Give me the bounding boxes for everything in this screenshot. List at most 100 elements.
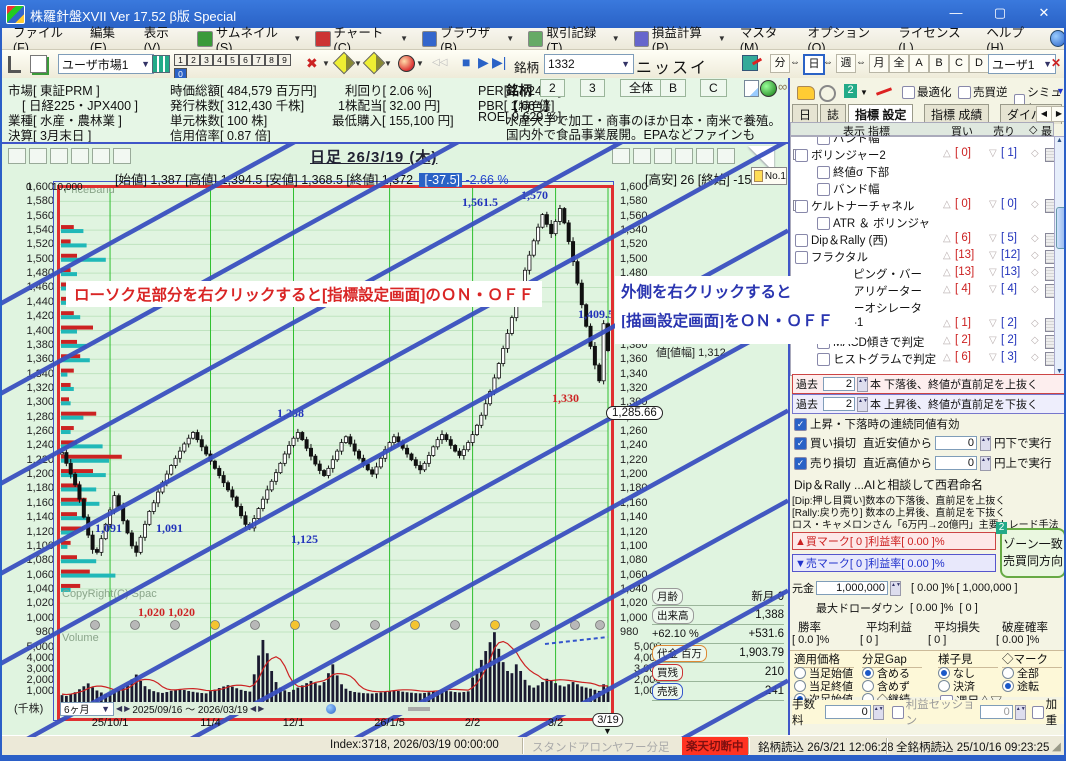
- spinner-icon[interactable]: ▲▼: [980, 456, 991, 471]
- indicator-row[interactable]: Dip＆Rally (西)△[ 6]▽[ 5]◇: [791, 231, 1055, 248]
- range-back-icon[interactable]: ◀: [116, 704, 122, 713]
- indicator-checkbox[interactable]: [817, 166, 830, 179]
- continuous-check[interactable]: ✓上昇・下落時の連続同値有効: [794, 416, 960, 432]
- indicator-row[interactable]: −ボリンジャー2△[ 0]▽[ 1]◇: [791, 146, 1055, 163]
- chevron-down-icon[interactable]: ▼: [354, 59, 362, 68]
- panel-tab-誌[interactable]: 誌: [820, 104, 846, 124]
- new-doc-icon[interactable]: [744, 80, 759, 97]
- range-period-select[interactable]: 6ヶ月▼: [60, 702, 114, 716]
- panel-tab-日[interactable]: 日: [792, 104, 818, 124]
- indicator-checkbox[interactable]: [817, 136, 830, 145]
- indicator-row[interactable]: フラクタル△[13]▽[12]◇: [791, 248, 1055, 265]
- panel-tab-指標 設定[interactable]: 指標 設定: [848, 104, 913, 124]
- period-button-B[interactable]: B: [929, 54, 949, 73]
- range-toolbar[interactable]: 6ヶ月▼◀▶2025/09/16 ～ 2026/03/19◀▶: [60, 702, 608, 715]
- session-input[interactable]: 0: [980, 705, 1013, 719]
- web-icon[interactable]: [760, 80, 777, 97]
- info-tab-C[interactable]: C: [700, 79, 727, 97]
- weight-check[interactable]: 加重: [1032, 696, 1066, 728]
- period-button-週[interactable]: 週: [836, 54, 856, 73]
- spinner-icon[interactable]: ▲▼: [873, 705, 884, 720]
- skip-icon[interactable]: ▶|: [492, 54, 506, 71]
- radio-決済[interactable]: 決済: [938, 678, 975, 694]
- period-button-C[interactable]: C: [949, 54, 969, 73]
- period-button-D[interactable]: D: [969, 54, 989, 73]
- info-tab-3[interactable]: 3: [580, 79, 605, 97]
- period-button-分[interactable]: 分: [770, 54, 790, 73]
- page-button-1[interactable]: 1: [174, 54, 187, 66]
- page-button-6[interactable]: 6: [239, 54, 252, 66]
- indicator-checkbox[interactable]: [795, 234, 808, 247]
- period-button-日[interactable]: 日: [803, 54, 825, 75]
- stock-code-input[interactable]: 1332▼: [544, 54, 634, 74]
- chevron-down-icon[interactable]: ▼: [860, 88, 868, 97]
- remove-symbol-icon[interactable]: ✕: [1051, 56, 1061, 70]
- fee-input[interactable]: 0: [825, 705, 871, 719]
- panel-tab-指標 成績[interactable]: 指標 成績: [924, 104, 989, 124]
- indicator-checkbox[interactable]: [795, 200, 808, 213]
- page-button-7[interactable]: 7: [252, 54, 265, 66]
- step2-icon[interactable]: 2: [844, 84, 857, 98]
- indicator-checkbox[interactable]: [817, 353, 830, 366]
- period-button-A[interactable]: A: [909, 54, 929, 73]
- radio-途転[interactable]: 途転: [1002, 678, 1039, 694]
- spinner-icon[interactable]: ▲▼: [857, 377, 868, 392]
- indicator-checkbox[interactable]: [817, 217, 830, 230]
- range-back2-icon[interactable]: ◀: [250, 704, 256, 713]
- spinner-icon[interactable]: ▲▼: [890, 581, 901, 596]
- indicator-row[interactable]: バンド幅: [791, 136, 1055, 146]
- profit-session-check[interactable]: 利益セッション: [892, 696, 978, 728]
- scroll-up-icon[interactable]: ▲: [1056, 137, 1063, 144]
- indicator-row[interactable]: ヒストグラムで判定△[ 6]▽[ 3]◇: [791, 350, 1055, 367]
- tab-scroll-left[interactable]: ◀: [1036, 106, 1052, 122]
- pin-icon[interactable]: [8, 56, 21, 73]
- period-button-全[interactable]: 全: [889, 54, 909, 73]
- page-button-8[interactable]: 8: [265, 54, 278, 66]
- rule-value-input[interactable]: 2: [823, 377, 855, 391]
- indicator-row[interactable]: 終値σ 下部: [791, 163, 1055, 180]
- info-tab-B[interactable]: B: [660, 79, 686, 97]
- range-fwd-icon[interactable]: ▶: [124, 704, 130, 713]
- chevron-down-icon[interactable]: ▼: [322, 59, 330, 68]
- target-icon[interactable]: [819, 85, 836, 102]
- layout-grid-icon[interactable]: [152, 55, 170, 73]
- stop-value-input[interactable]: 0: [935, 436, 977, 450]
- history-back-icon[interactable]: ◁◁: [432, 57, 447, 68]
- market-select[interactable]: ユーザ市場1▼: [58, 54, 154, 74]
- indicator-checkbox[interactable]: [817, 183, 830, 196]
- page-button-3[interactable]: 3: [200, 54, 213, 66]
- range-slider-mark[interactable]: [408, 707, 430, 711]
- stop-icon[interactable]: ■: [462, 54, 470, 70]
- range-slider-thumb[interactable]: [326, 704, 336, 714]
- rule-value-input[interactable]: 2: [823, 397, 855, 411]
- spinner-icon[interactable]: ▲▼: [980, 436, 991, 451]
- stop-value-input[interactable]: 0: [935, 456, 977, 470]
- indicator-row[interactable]: バンド幅: [791, 180, 1055, 197]
- info-tab-全体[interactable]: 全体: [620, 79, 662, 97]
- draw-pencil2-icon[interactable]: [363, 52, 386, 75]
- indicator-checkbox[interactable]: [795, 251, 808, 264]
- globe-tool-icon[interactable]: [398, 55, 415, 72]
- option-check-売買逆[interactable]: 売買逆: [958, 84, 1008, 100]
- chart-no1-badge[interactable]: No.1: [751, 167, 787, 185]
- info-tab-2[interactable]: 2: [540, 79, 565, 97]
- range-fwd2-icon[interactable]: ▶: [258, 704, 264, 713]
- binoculars-icon[interactable]: ∞: [778, 79, 787, 94]
- user-select[interactable]: ユーザ1▼: [988, 54, 1056, 74]
- page-button-2[interactable]: 2: [187, 54, 200, 66]
- period-button-月[interactable]: 月: [869, 54, 889, 73]
- marker-line-icon[interactable]: [876, 87, 892, 95]
- capital-input[interactable]: 1,000,000: [816, 581, 888, 595]
- draw-pencil-icon[interactable]: [333, 52, 356, 75]
- play-icon[interactable]: ▶: [478, 54, 489, 71]
- delete-marks-icon[interactable]: ✖: [306, 55, 318, 72]
- page-button-4[interactable]: 4: [213, 54, 226, 66]
- page-button-5[interactable]: 5: [226, 54, 239, 66]
- indicator-row[interactable]: −ケルトナーチャネル△[ 0]▽[ 0]◇: [791, 197, 1055, 214]
- spinner-icon[interactable]: ▲▼: [1015, 705, 1026, 720]
- chevron-down-icon[interactable]: ▼: [384, 59, 392, 68]
- indicator-checkbox[interactable]: [795, 149, 808, 162]
- spinner-icon[interactable]: ▲▼: [857, 397, 868, 412]
- folder-icon[interactable]: [797, 86, 815, 100]
- page-button-9[interactable]: 9: [278, 54, 291, 66]
